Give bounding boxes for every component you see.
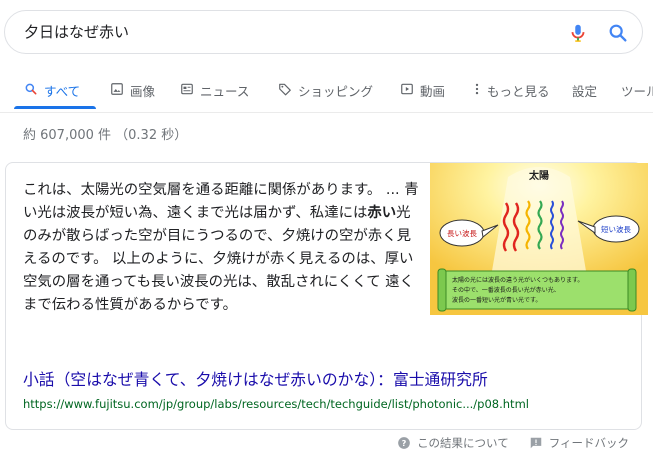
tab-shopping[interactable]: ショッピング xyxy=(278,72,373,109)
tab-shopping-label: ショッピング xyxy=(298,84,374,99)
search-input[interactable]: 夕日はなぜ赤い xyxy=(24,11,129,53)
news-icon xyxy=(181,83,193,95)
microphone-icon[interactable] xyxy=(567,22,589,44)
image-icon xyxy=(111,83,123,95)
tab-settings-label: 設定 xyxy=(572,84,598,99)
tab-settings[interactable]: 設定 xyxy=(572,72,597,109)
search-tabs: すべて 画像 ニュース ショッピング 動画 もっと見る 設定 ツール xyxy=(0,72,653,112)
search-box[interactable]: 夕日はなぜ赤い xyxy=(4,10,643,54)
active-tab-indicator xyxy=(14,106,96,109)
search-icon xyxy=(25,83,37,95)
feedback-label: フィードバック xyxy=(548,436,629,450)
snippet-footer: ? この結果について フィードバック xyxy=(397,435,629,451)
tab-news[interactable]: ニュース xyxy=(180,72,249,109)
featured-snippet-card: これは、太陽光の空気層を通る距離に関係があります。 ... 青い光は波長が短い為… xyxy=(5,162,648,430)
tab-all-label: すべて xyxy=(44,84,81,99)
tab-all[interactable]: すべて xyxy=(24,72,80,109)
feedback-button[interactable]: フィードバック xyxy=(529,435,629,451)
caption-line-3: 波長の一番短い光が青い光です。 xyxy=(452,296,541,304)
about-result-label: この結果について xyxy=(417,436,509,450)
short-wave-label: 短い波長 xyxy=(601,224,631,234)
tab-images[interactable]: 画像 xyxy=(110,72,155,109)
tab-videos[interactable]: 動画 xyxy=(400,72,445,109)
tag-icon xyxy=(279,83,291,96)
snippet-image[interactable]: 太陽 長い波長 短い波長 太陽の光には波長の違う光がいくつもあります。 その中で… xyxy=(430,163,648,315)
caption-line-1: 太陽の光には波長の違う光がいくつもあります。 xyxy=(452,276,583,284)
tab-more[interactable]: もっと見る xyxy=(470,72,550,109)
long-wave-label: 長い波長 xyxy=(447,228,477,238)
snippet-text-post: 光のみが散らばった空が目にうつるので、夕焼けの空が赤く見えるのです。 以上のよう… xyxy=(23,205,414,313)
tabs-divider xyxy=(0,112,653,113)
tab-tools-label: ツール xyxy=(621,84,653,99)
feedback-icon xyxy=(530,437,541,449)
search-icon[interactable] xyxy=(607,22,629,44)
result-stats: 約 607,000 件 （0.32 秒） xyxy=(23,128,188,143)
tab-news-label: ニュース xyxy=(200,84,250,99)
result-url[interactable]: https://www.fujitsu.com/jp/group/labs/re… xyxy=(23,397,529,411)
image-heading: 太陽 xyxy=(528,169,549,182)
svg-text:?: ? xyxy=(402,438,407,448)
snippet-text: これは、太陽光の空気層を通る距離に関係があります。 ... 青い光は波長が短い為… xyxy=(23,179,423,317)
more-vert-icon xyxy=(475,83,479,95)
snippet-highlight: 赤い xyxy=(367,205,397,221)
tab-tools[interactable]: ツール xyxy=(621,72,653,109)
tab-images-label: 画像 xyxy=(130,84,156,99)
caption-line-2: その中で、一番波長の長い光が赤い光、 xyxy=(452,286,560,294)
result-title-link[interactable]: 小話（空はなぜ青くて、夕焼けはなぜ赤いのかな）：富士通研究所 xyxy=(23,367,488,390)
tab-more-label: もっと見る xyxy=(487,84,550,99)
video-icon xyxy=(401,83,413,95)
snippet-text-pre: これは、太陽光の空気層を通る距離に関係があります。 ... 青い光は波長が短い為… xyxy=(23,182,419,221)
about-result-button[interactable]: ? この結果について xyxy=(397,435,509,451)
help-icon: ? xyxy=(398,437,410,449)
tab-videos-label: 動画 xyxy=(420,84,446,99)
